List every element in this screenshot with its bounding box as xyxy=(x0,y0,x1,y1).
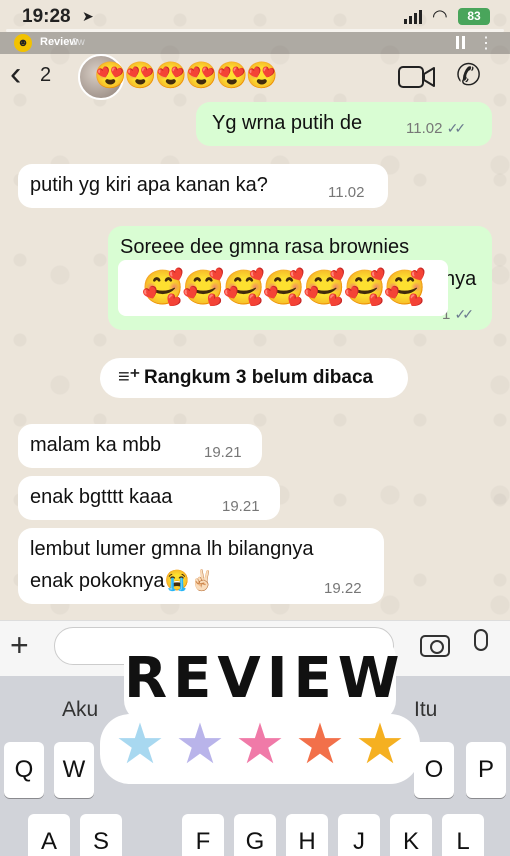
message-text: lembut lumer gmna lh bilangnya xyxy=(30,538,314,560)
key-h[interactable]: H xyxy=(286,814,328,856)
key-o[interactable]: O xyxy=(414,742,454,798)
star-icon: ★ xyxy=(294,712,346,775)
message-time: 11.02 xyxy=(328,184,365,201)
story-avatar-icon[interactable]: ☻ xyxy=(14,34,32,52)
message-time: 19.22 xyxy=(324,580,362,597)
chat-header: ‹ 2 😍😍😍😍😍😍 ✆ xyxy=(0,54,510,102)
message-bubble[interactable]: Yg wrna putih de 11.02 ✓✓ xyxy=(196,102,492,146)
key-q[interactable]: Q xyxy=(4,742,44,798)
suggestion-left[interactable]: Aku xyxy=(62,698,98,722)
battery-icon: 83 xyxy=(458,8,490,25)
story-time: 9w xyxy=(72,37,85,48)
more-options-icon[interactable]: ⋮ xyxy=(478,33,494,53)
message-bubble[interactable]: enak bgtttt kaaa 19.21 xyxy=(18,476,280,520)
message-bubble[interactable]: malam ka mbb 19.21 xyxy=(18,424,262,468)
key-j[interactable]: J xyxy=(338,814,380,856)
star-icon: ★ xyxy=(354,712,406,775)
summarize-unread-button[interactable]: ≡⁺ Rangkum 3 belum dibaca xyxy=(100,358,408,398)
microphone-icon[interactable] xyxy=(474,629,488,651)
location-arrow-icon: ➤ xyxy=(82,8,94,24)
key-l[interactable]: L xyxy=(442,814,484,856)
camera-icon[interactable] xyxy=(420,635,450,657)
review-sticker: ★ ★ ★ ★ ★ REVIEW xyxy=(100,628,420,788)
message-text-line2: nya xyxy=(444,268,477,290)
back-chevron-icon[interactable]: ‹ xyxy=(10,56,21,92)
message-text: Soreee dee gmna rasa brownies xyxy=(120,236,410,258)
sticker-word: REVIEW xyxy=(124,636,400,722)
emoji-sticker-overlay: 🥰🥰🥰🥰🥰🥰🥰 xyxy=(118,260,448,316)
key-f[interactable]: F xyxy=(182,814,224,856)
summary-list-icon: ≡⁺ xyxy=(118,366,141,388)
message-text: malam ka mbb xyxy=(30,434,162,456)
key-p[interactable]: P xyxy=(466,742,506,798)
wifi-icon: ◠ xyxy=(432,6,448,26)
signal-icon xyxy=(404,10,424,24)
star-icon: ★ xyxy=(114,712,166,775)
message-time: 19.21 xyxy=(222,498,260,515)
unread-count[interactable]: 2 xyxy=(40,64,51,87)
key-k[interactable]: K xyxy=(390,814,432,856)
key-w[interactable]: W xyxy=(54,742,94,798)
key-g[interactable]: G xyxy=(234,814,276,856)
message-time: 19.21 xyxy=(204,444,242,461)
status-time: 19:28 xyxy=(22,6,71,27)
message-bubble[interactable]: lembut lumer gmna lh bilangnya enak poko… xyxy=(18,528,384,604)
summarize-label: Rangkum 3 belum dibaca xyxy=(144,367,374,388)
video-call-icon[interactable] xyxy=(398,64,436,90)
message-text: enak bgtttt kaaa xyxy=(30,486,173,508)
message-text: Yg wrna putih de xyxy=(212,112,363,134)
contact-name[interactable]: 😍😍😍😍😍😍 xyxy=(94,60,278,91)
story-header: ☻ Review 9w ⋮ xyxy=(0,32,510,54)
key-s[interactable]: S xyxy=(80,814,122,856)
message-time: 11.02 ✓✓ xyxy=(406,120,466,137)
star-icon: ★ xyxy=(174,712,226,775)
message-text: putih yg kiri apa kanan ka? xyxy=(30,174,268,196)
sticker-stars-row: ★ ★ ★ ★ ★ xyxy=(100,714,420,784)
key-a[interactable]: A xyxy=(28,814,70,856)
message-bubble[interactable]: putih yg kiri apa kanan ka? 11.02 xyxy=(18,164,388,208)
pause-icon[interactable] xyxy=(456,36,466,49)
message-text-line2: enak pokoknya😭✌🏻 xyxy=(30,570,215,592)
status-bar: 19:28 ➤ ◠ 83 xyxy=(0,0,510,28)
phone-call-icon[interactable]: ✆ xyxy=(456,58,481,93)
plus-icon[interactable]: + xyxy=(10,627,29,664)
star-icon: ★ xyxy=(234,712,286,775)
